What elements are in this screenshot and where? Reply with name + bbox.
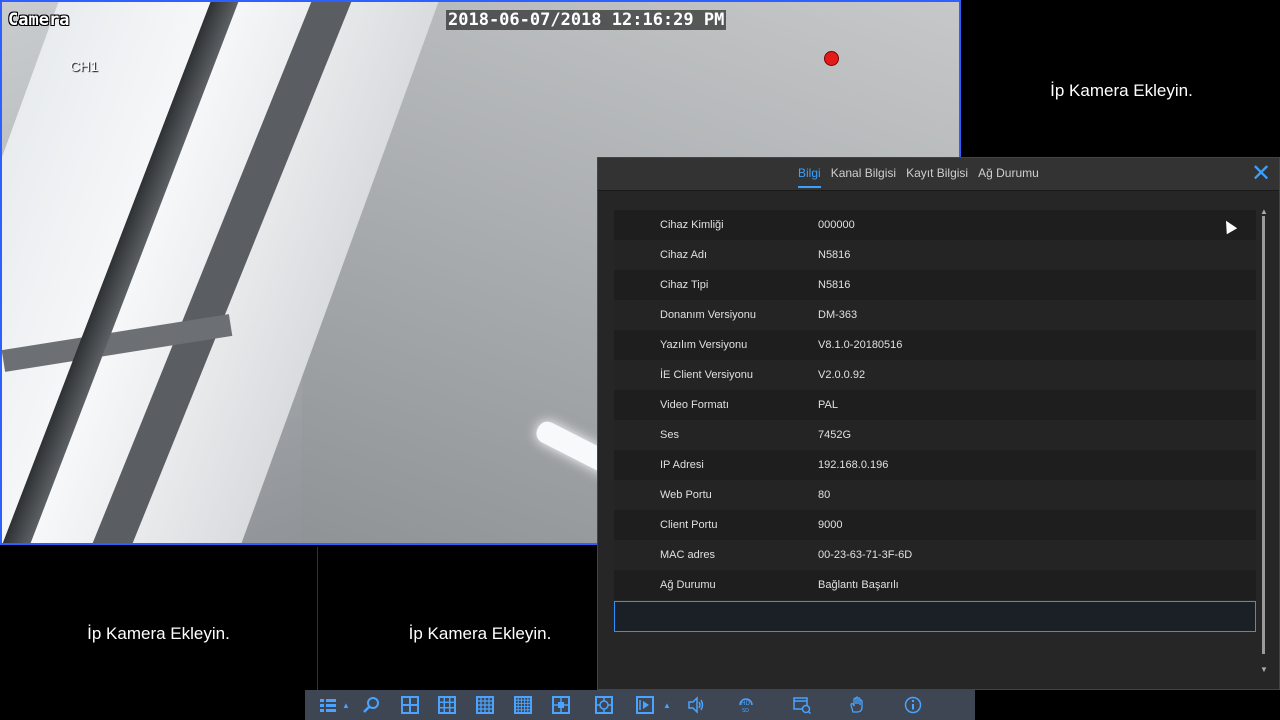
info-value: 192.168.0.196 [818, 459, 889, 471]
selected-empty-row[interactable] [614, 601, 1256, 632]
info-value: 9000 [818, 519, 843, 531]
add-ip-camera-text: İp Kamera Ekleyin. [408, 623, 552, 643]
info-key: Ses [660, 429, 679, 441]
info-value: N5816 [818, 279, 851, 291]
layout-custom-icon[interactable] [542, 690, 580, 720]
ptz-hand-icon[interactable] [832, 690, 882, 720]
panel-tabs: Bilgi Kanal Bilgisi Kayıt Bilgisi Ağ Dur… [798, 166, 1039, 188]
info-row: Web Portu 80 [614, 480, 1256, 510]
info-key: MAC adres [660, 549, 716, 561]
info-key: İE Client Versiyonu [660, 369, 753, 381]
hd-icon[interactable]: HD SD [720, 690, 772, 720]
info-row: Donanım Versiyonu DM-363 [614, 300, 1256, 330]
add-ip-camera-text: İp Kamera Ekleyin. [87, 623, 230, 643]
layout-4-icon[interactable] [391, 690, 428, 720]
channel-2-empty[interactable]: İp Kamera Ekleyin. [963, 0, 1280, 182]
info-row: Yazılım Versiyonu V8.1.0-20180516 [614, 330, 1256, 360]
bottom-toolbar: ▲ ▲ HD SD [305, 690, 975, 720]
info-value: V2.0.0.92 [818, 369, 866, 381]
record-search-icon[interactable] [772, 690, 832, 720]
info-value: 7452G [818, 429, 852, 441]
info-key: Yazılım Versiyonu [660, 339, 748, 351]
info-value: N5816 [818, 249, 851, 261]
info-value: PAL [818, 399, 838, 411]
osd-channel-label: CH1 [70, 58, 99, 74]
info-row: Cihaz Tipi N5816 [614, 270, 1256, 300]
layout-9-icon[interactable] [428, 690, 466, 720]
system-info-panel: Bilgi Kanal Bilgisi Kayıt Bilgisi Ağ Dur… [597, 157, 1280, 690]
info-row: Cihaz Adı N5816 [614, 240, 1256, 270]
menu-caret-icon[interactable]: ▲ [341, 690, 351, 720]
add-ip-camera-text: İp Kamera Ekleyin. [1050, 81, 1193, 100]
info-row: MAC adres 00-23-63-71-3F-6D [614, 540, 1256, 570]
layout-16-icon[interactable] [466, 690, 504, 720]
close-icon[interactable]: ✕ [1251, 162, 1271, 186]
info-key: IP Adresi [660, 459, 704, 471]
osd-datetime: 2018-06-07/2018 12:16:29 PM [446, 10, 727, 30]
info-rows: Cihaz Kimliği 000000 Cihaz Adı N5816 Cihaz… [614, 210, 1256, 632]
info-key: Web Portu [660, 489, 712, 501]
pip-icon[interactable] [580, 690, 628, 720]
info-row: Video Formatı PAL [614, 390, 1256, 420]
scroll-up-icon[interactable]: ▲ [1260, 208, 1268, 216]
osd-camera-label: Camera [8, 10, 70, 30]
scrollbar[interactable] [1262, 216, 1265, 654]
main-menu-icon[interactable] [315, 690, 341, 720]
tab-bilgi[interactable]: Bilgi [798, 166, 821, 188]
info-row: Cihaz Kimliği 000000 [614, 210, 1256, 240]
info-value: DM-363 [818, 309, 858, 321]
info-row: Ses 7452G [614, 420, 1256, 450]
info-row: İE Client Versiyonu V2.0.0.92 [614, 360, 1256, 390]
tab-kanal-bilgisi[interactable]: Kanal Bilgisi [831, 166, 896, 188]
info-value: V8.1.0-20180516 [818, 339, 903, 351]
scroll-down-icon[interactable]: ▼ [1260, 666, 1268, 674]
info-key: Video Formatı [660, 399, 729, 411]
info-row: IP Adresi 192.168.0.196 [614, 450, 1256, 480]
info-row: Client Portu 9000 [614, 510, 1256, 540]
info-icon[interactable] [882, 690, 944, 720]
panel-header: Bilgi Kanal Bilgisi Kayıt Bilgisi Ağ Dur… [598, 158, 1279, 191]
info-key: Client Portu [660, 519, 718, 531]
info-key: Cihaz Tipi [660, 279, 709, 291]
svg-text:SD: SD [742, 708, 749, 714]
svg-text:HD: HD [741, 700, 751, 707]
scrollbar-thumb[interactable] [1262, 216, 1265, 654]
info-value: 000000 [818, 219, 855, 231]
channel-3-empty[interactable]: İp Kamera Ekleyin. [0, 547, 318, 720]
info-value: 00-23-63-71-3F-6D [818, 549, 913, 561]
info-value: 80 [818, 489, 831, 501]
layout-25-icon[interactable] [504, 690, 542, 720]
sequence-icon[interactable] [628, 690, 662, 720]
tab-kayit-bilgisi[interactable]: Kayıt Bilgisi [906, 166, 968, 188]
info-row: Ağ Durumu Bağlantı Başarılı [614, 570, 1256, 600]
search-icon[interactable] [351, 690, 391, 720]
info-value: Bağlantı Başarılı [818, 579, 899, 591]
tab-ag-durumu[interactable]: Ağ Durumu [978, 166, 1039, 188]
info-key: Cihaz Adı [660, 249, 708, 261]
info-key: Ağ Durumu [660, 579, 716, 591]
volume-icon[interactable] [672, 690, 720, 720]
record-indicator-icon [824, 51, 839, 66]
sequence-caret-icon[interactable]: ▲ [662, 690, 672, 720]
info-key: Cihaz Kimliği [660, 219, 724, 231]
info-key: Donanım Versiyonu [660, 309, 756, 321]
